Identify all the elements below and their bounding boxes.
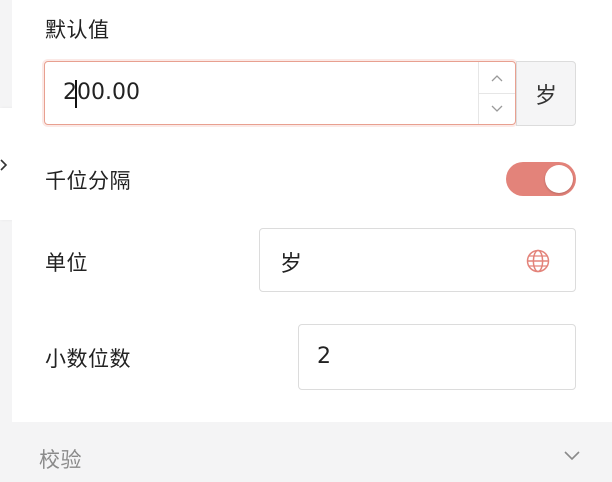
decimal-places-label: 小数位数 bbox=[45, 347, 131, 371]
chevron-down-icon bbox=[491, 105, 503, 112]
chevron-up-icon bbox=[491, 74, 503, 81]
decimal-places-input[interactable]: 2 bbox=[298, 324, 576, 390]
decrement-button[interactable] bbox=[479, 93, 515, 124]
chevron-right-icon bbox=[0, 159, 8, 171]
text-cursor bbox=[75, 80, 77, 108]
unit-addon: 岁 bbox=[516, 61, 576, 126]
default-value-input[interactable]: 200.00 bbox=[44, 61, 516, 125]
globe-icon[interactable] bbox=[525, 248, 551, 274]
increment-button[interactable] bbox=[479, 62, 515, 94]
toggle-knob bbox=[545, 165, 573, 193]
unit-label: 单位 bbox=[45, 251, 88, 275]
number-stepper bbox=[478, 62, 515, 124]
unit-input[interactable]: 岁 bbox=[259, 228, 576, 292]
chevron-down-icon bbox=[564, 451, 580, 461]
thousand-separator-label: 千位分隔 bbox=[45, 169, 131, 193]
unit-value: 岁 bbox=[280, 252, 303, 277]
thousand-separator-toggle[interactable] bbox=[506, 162, 576, 196]
validation-section-title: 校验 bbox=[39, 448, 82, 472]
decimal-places-value: 2 bbox=[317, 344, 331, 369]
validation-section-header[interactable]: 校验 bbox=[12, 422, 612, 482]
default-value-label: 默认值 bbox=[45, 18, 110, 42]
